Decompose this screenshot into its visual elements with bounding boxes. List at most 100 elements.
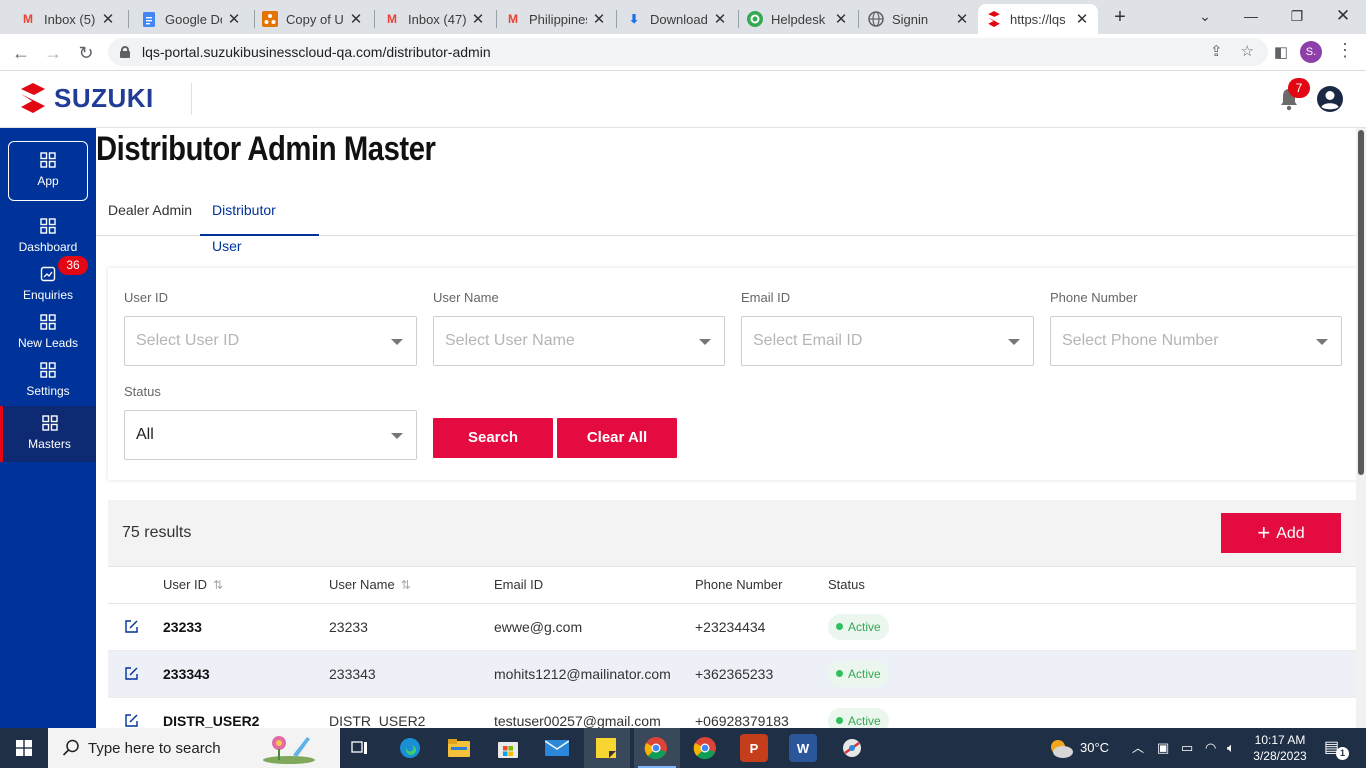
edit-icon[interactable]	[124, 666, 139, 681]
search-icon	[62, 739, 79, 756]
back-icon[interactable]: ←	[8, 40, 34, 66]
scrollbar-thumb[interactable]	[1358, 130, 1364, 475]
close-tab-icon[interactable]: ✕	[954, 10, 970, 28]
google-docs-icon	[141, 11, 157, 27]
browser-menu-icon[interactable]: ⋮	[1336, 40, 1354, 61]
user-name-select[interactable]: Select User Name	[433, 316, 725, 366]
table-row[interactable]: 233343 233343 mohits1212@mailinator.com …	[108, 651, 1356, 698]
sidebar-item-new-leads[interactable]: New Leads	[0, 314, 96, 350]
tab-dealer-admin[interactable]: Dealer Admin	[96, 192, 204, 236]
battery-icon[interactable]: ▭	[1181, 728, 1193, 768]
close-tab-icon[interactable]: ✕	[100, 10, 116, 28]
sidebar-item-dashboard[interactable]: Dashboard	[0, 218, 96, 254]
table-row[interactable]: DISTR_USER2 DISTR_USER2 testuser00257@gm…	[108, 698, 1356, 728]
notification-count-badge: 7	[1288, 78, 1310, 98]
sidebar: App Dashboard Enquiries 36 New Leads Set…	[0, 128, 96, 728]
suzuki-logo[interactable]: SUZUKI	[18, 83, 154, 113]
grid-icon	[40, 362, 56, 378]
edit-icon[interactable]	[124, 713, 139, 728]
new-tab-button[interactable]: +	[1108, 6, 1132, 30]
sidebar-item-app[interactable]: App	[8, 141, 88, 201]
results-panel: 75 results + Add User ID ⇅ User Name ⇅ Emai…	[108, 500, 1356, 728]
edit-icon[interactable]	[124, 619, 139, 634]
status-select[interactable]: All	[124, 410, 417, 460]
close-tab-icon[interactable]: ✕	[226, 10, 242, 28]
minimize-button[interactable]: —	[1228, 0, 1274, 34]
close-tab-icon[interactable]: ✕	[833, 10, 849, 28]
clear-all-button[interactable]: Clear All	[557, 418, 677, 458]
browser-tab-downloads[interactable]: ⬇ Downloads ✕	[618, 4, 736, 34]
chrome-icon[interactable]	[691, 734, 719, 762]
cell-email: testuser00257@gmail.com	[494, 713, 661, 728]
lock-icon[interactable]	[120, 46, 130, 58]
profile-avatar[interactable]: S.	[1300, 41, 1322, 63]
chrome-profile-icon[interactable]	[642, 734, 670, 762]
meet-now-icon[interactable]: ▣	[1157, 728, 1169, 768]
user-account-icon[interactable]	[1316, 85, 1344, 113]
forward-icon[interactable]: →	[40, 40, 66, 66]
windows-start-icon[interactable]	[16, 740, 32, 756]
browser-tab-label: https://lqs	[1010, 11, 1066, 27]
weather-icon[interactable]	[1048, 737, 1074, 759]
browser-tab-inbox-5[interactable]: M Inbox (5) - ✕	[12, 4, 124, 34]
browser-tab-philippines[interactable]: M Philippines ✕	[497, 4, 615, 34]
suzuki-icon	[986, 11, 1002, 27]
column-user-name[interactable]: User Name ⇅	[329, 577, 411, 592]
close-tab-icon[interactable]: ✕	[1074, 10, 1090, 28]
email-id-select[interactable]: Select Email ID	[741, 316, 1034, 366]
file-explorer-icon[interactable]	[445, 734, 473, 762]
close-window-button[interactable]: ✕	[1320, 0, 1366, 34]
table-row[interactable]: 23233 23233 ewwe@g.com +23234434 Active	[108, 604, 1356, 651]
close-tab-icon[interactable]: ✕	[712, 10, 728, 28]
side-panel-icon[interactable]: ◧	[1268, 40, 1294, 66]
sort-icon[interactable]: ⇅	[213, 578, 223, 592]
close-tab-icon[interactable]: ✕	[470, 10, 486, 28]
user-id-select[interactable]: Select User ID	[124, 316, 417, 366]
reload-icon[interactable]: ↻	[73, 40, 99, 66]
sort-icon[interactable]: ⇅	[401, 578, 411, 592]
show-hidden-icons[interactable]: ︿	[1132, 728, 1144, 768]
snipping-tool-icon[interactable]	[838, 734, 866, 762]
search-button[interactable]: Search	[433, 418, 553, 458]
page-scrollbar[interactable]	[1356, 128, 1366, 728]
taskbar-search-box[interactable]: Type here to search	[48, 728, 340, 768]
close-tab-icon[interactable]: ✕	[348, 10, 364, 28]
column-user-id[interactable]: User ID ⇅	[163, 577, 223, 592]
cell-email: ewwe@g.com	[494, 619, 583, 635]
tab-distributor-user[interactable]: Distributor User	[200, 192, 319, 254]
volume-icon[interactable]: 🔈︎	[1227, 728, 1235, 768]
word-icon[interactable]: W	[789, 734, 817, 762]
close-tab-icon[interactable]: ✕	[591, 10, 607, 28]
url-field[interactable]: lqs-portal.suzukibusinesscloud-qa.com/di…	[108, 38, 1268, 66]
email-id-placeholder: Select Email ID	[753, 332, 863, 349]
cell-user-id: 23233	[163, 619, 202, 635]
browser-tab-signin[interactable]: Signin ✕	[860, 4, 978, 34]
add-button[interactable]: + Add	[1221, 513, 1341, 553]
results-toolbar: 75 results + Add	[108, 500, 1356, 566]
task-view-icon[interactable]	[346, 734, 374, 762]
browser-tab-helpdesk[interactable]: Helpdesk ✕	[739, 4, 857, 34]
status-dot	[836, 623, 843, 630]
microsoft-store-icon[interactable]	[494, 734, 522, 762]
wifi-icon[interactable]: ◠	[1205, 728, 1216, 768]
sticky-notes-icon[interactable]	[592, 734, 620, 762]
tab-search-icon[interactable]: ⌄	[1182, 0, 1228, 34]
weather-temperature[interactable]: 30°C	[1080, 728, 1109, 768]
taskbar-clock[interactable]: 10:17 AM 3/28/2023	[1248, 732, 1312, 764]
browser-tab-active-suzuki[interactable]: https://lqs ✕	[978, 4, 1098, 34]
helpdesk-icon	[747, 11, 763, 27]
share-icon[interactable]: ⇪	[1210, 42, 1223, 60]
sidebar-item-settings[interactable]: Settings	[0, 362, 96, 398]
add-button-label: Add	[1276, 525, 1305, 542]
edge-browser-icon[interactable]	[396, 734, 424, 762]
mail-icon[interactable]	[543, 734, 571, 762]
sidebar-item-masters[interactable]: Masters	[0, 406, 96, 462]
phone-number-select[interactable]: Select Phone Number	[1050, 316, 1342, 366]
drive-file-icon	[262, 11, 278, 27]
browser-tab-copy-of[interactable]: Copy of Ur ✕	[254, 4, 372, 34]
bookmark-star-icon[interactable]: ☆	[1241, 42, 1254, 60]
restore-button[interactable]: ❐	[1274, 0, 1320, 34]
powerpoint-icon[interactable]: P	[740, 734, 768, 762]
browser-tab-google-docs[interactable]: Google Do ✕	[133, 4, 250, 34]
browser-tab-inbox-47[interactable]: M Inbox (47) ✕	[376, 4, 494, 34]
